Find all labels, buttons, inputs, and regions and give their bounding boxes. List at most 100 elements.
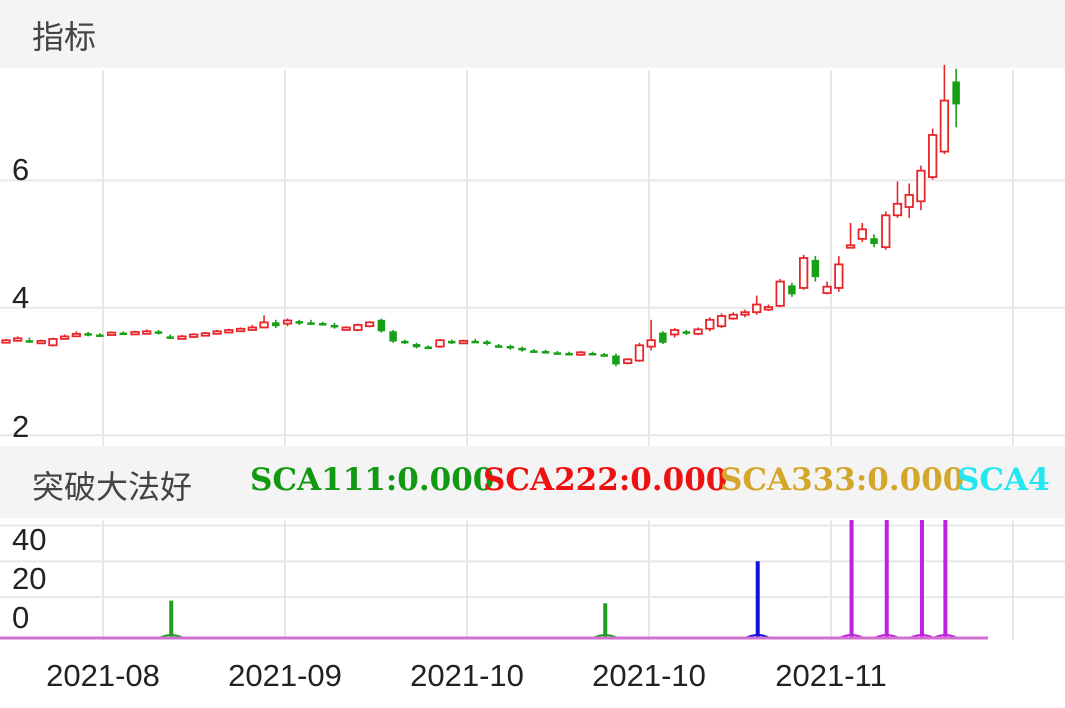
indicator-bars [158, 520, 958, 639]
x-tick-label: 2021-08 [46, 658, 160, 693]
candle-body [506, 345, 515, 349]
candle-body [881, 214, 891, 249]
candle [775, 279, 785, 308]
y-tick-label: 4 [12, 280, 29, 315]
candle [272, 319, 280, 329]
candle-body [235, 327, 246, 333]
candle [845, 222, 856, 249]
sub-y-tick-label: 20 [12, 561, 46, 596]
candle [318, 321, 327, 326]
candle [916, 165, 926, 211]
y-tick-label: 6 [12, 152, 29, 187]
candle [84, 331, 92, 337]
candle [13, 336, 23, 342]
candle-body [377, 319, 386, 332]
candle [447, 339, 456, 345]
candle [763, 304, 774, 311]
candle-body [716, 315, 727, 328]
candle-body [530, 350, 538, 353]
candle [471, 338, 479, 344]
candle [530, 349, 538, 353]
candle-body [623, 358, 633, 365]
candle-body [705, 318, 715, 330]
candle [389, 330, 397, 343]
candle-body [412, 344, 421, 348]
candle-body [166, 336, 174, 339]
candle-body [130, 331, 140, 336]
candle [401, 339, 409, 345]
candle-body [669, 329, 680, 336]
x-tick-label: 2021-09 [228, 658, 342, 693]
candle [200, 331, 211, 337]
candle [353, 323, 363, 332]
candle-body [682, 331, 691, 334]
candle-body [811, 259, 820, 278]
grid-lines [0, 70, 1065, 640]
candle [553, 351, 562, 355]
candle-body [928, 134, 938, 178]
kline-chart[interactable]: 2 4 6 40 20 0 2021-08 2021-09 2021-10 20… [0, 0, 1065, 708]
candle-body [892, 202, 903, 217]
candle-body [788, 285, 796, 295]
candle [682, 330, 691, 336]
candle-body [752, 303, 762, 314]
candle-body [483, 341, 491, 345]
candle [798, 254, 809, 290]
candle [716, 313, 727, 329]
x-tick-label: 2021-10 [592, 658, 706, 693]
candle-body [96, 334, 104, 337]
candle [565, 351, 573, 356]
candle-body [798, 257, 809, 289]
candle [693, 327, 703, 336]
candle [669, 328, 680, 338]
candle-body [13, 337, 23, 342]
sub-y-tick-label: 40 [12, 522, 46, 557]
candle-body [952, 81, 960, 105]
x-tick-label: 2021-11 [775, 658, 886, 693]
candle-body [494, 345, 503, 348]
candle-body [600, 354, 608, 357]
candle [295, 319, 303, 325]
candle [822, 281, 832, 295]
candle-body [295, 321, 303, 324]
candle [728, 312, 738, 320]
candle [154, 330, 163, 335]
candle [212, 330, 222, 335]
candle-body [48, 338, 58, 347]
sub-y-tick-label: 0 [12, 600, 29, 635]
candle-body [259, 321, 269, 329]
candle-body [857, 228, 867, 240]
candle-body [353, 324, 363, 331]
candle [36, 339, 46, 345]
candle [659, 331, 667, 345]
candlestick-series [1, 64, 960, 367]
candle-body [106, 331, 117, 336]
candle [928, 128, 938, 180]
candle-body [612, 355, 620, 365]
candle-body [541, 351, 550, 354]
candle-body [822, 285, 832, 294]
candle-body [471, 340, 479, 344]
candle [177, 335, 187, 340]
candle [740, 309, 750, 318]
candle-body [224, 329, 234, 334]
candle [247, 324, 257, 331]
candle [588, 351, 597, 356]
candle [541, 349, 550, 354]
candle [71, 331, 82, 338]
candle [48, 337, 58, 347]
candle-body [435, 339, 445, 348]
candle-body [212, 330, 222, 335]
candle [705, 317, 715, 332]
candle [881, 211, 891, 250]
candle [235, 327, 246, 333]
candle [189, 333, 199, 338]
candle-body [693, 328, 703, 335]
candle-body [330, 324, 339, 328]
candle [166, 334, 174, 339]
candle [60, 334, 70, 340]
candle [870, 234, 878, 248]
candle [142, 329, 152, 335]
candle [259, 315, 269, 329]
candle-body [518, 347, 526, 351]
